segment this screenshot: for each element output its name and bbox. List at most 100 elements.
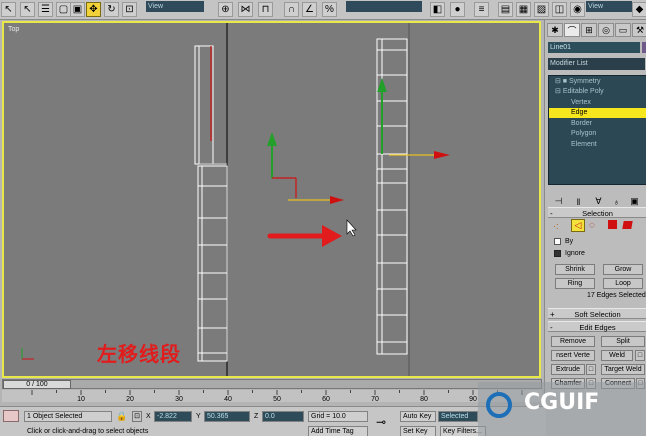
modifier-stack[interactable]: ⊟ ■ Symmetry ⊟ Editable Poly Vertex Edge… (548, 75, 646, 185)
weld-button[interactable]: Weld (601, 350, 633, 361)
watermark-logo: CGUIF (478, 382, 646, 436)
track-tick-label: 80 (420, 396, 428, 402)
edge-mode-icon[interactable]: ◁ (571, 219, 585, 232)
by-vertex-checkbox[interactable] (554, 238, 561, 245)
max-ui: ↖ ↖ ☰ ▢ ▣ ✥ ↻ ⊡ View ⊕ ⋈ ⊓ ∩ ∠ % ◧ ● ≡ ▤… (0, 0, 646, 436)
select-link-icon[interactable]: ↖ (1, 2, 16, 17)
z-coordinate-field[interactable]: 0.0 (262, 411, 304, 422)
layer-icon[interactable]: ≡ (474, 2, 489, 17)
y-coordinate-field[interactable]: 50.365 (204, 411, 250, 422)
named-selection-dropdown[interactable] (346, 1, 422, 12)
select-object-icon[interactable]: ↖ (20, 2, 35, 17)
stack-item-element[interactable]: Element (549, 140, 646, 150)
set-key-button[interactable]: Set Key (400, 426, 436, 436)
polygon-mode-icon[interactable] (608, 220, 617, 229)
prompt-line: Click or click-and-drag to select object… (24, 426, 304, 436)
lock-selection-icon[interactable]: 🔒 (116, 411, 127, 422)
object-name-field[interactable]: Line01 (548, 42, 640, 53)
render-icon[interactable]: ◆ (632, 2, 646, 17)
curve-editor-icon[interactable]: ▤ (498, 2, 513, 17)
tutorial-caption: 左移线段 (97, 342, 181, 366)
command-panel: ✱ ⌒ ⊞ ◎ ▭ ⚒ Line01 Modifier List ⊟ ■ Sym… (544, 20, 646, 436)
mirror-tool-icon[interactable]: ◧ (430, 2, 445, 17)
maxscript-listener-icon[interactable] (3, 410, 19, 422)
target-weld-button[interactable]: Target Weld (601, 364, 645, 375)
watermark-emblem-icon (486, 392, 512, 418)
align-icon[interactable]: ⊓ (258, 2, 273, 17)
window-crossing-icon[interactable]: ▣ (70, 2, 85, 17)
add-time-tag-button[interactable]: Add Time Tag (308, 426, 368, 436)
render-view-dropdown[interactable]: View (586, 1, 632, 12)
stack-item-editable-poly[interactable]: ⊟ Editable Poly (549, 87, 646, 97)
move-gizmo-right (377, 78, 450, 159)
select-by-name-icon[interactable]: ☰ (38, 2, 53, 17)
time-slider[interactable]: 0 / 100 (2, 379, 542, 389)
selection-rollout-header[interactable]: - Selection (548, 207, 646, 218)
viewport-scene (21, 23, 450, 376)
track-tick-label: 50 (273, 396, 281, 402)
track-tick-label: 40 (224, 396, 232, 402)
track-tick-label: 20 (126, 396, 134, 402)
quick-render-icon[interactable]: ◉ (570, 2, 585, 17)
rect-selection-icon[interactable]: ▢ (56, 2, 71, 17)
material-icon[interactable]: ● (450, 2, 465, 17)
ring-button[interactable]: Ring (555, 278, 595, 289)
mirror-icon[interactable]: ⋈ (238, 2, 253, 17)
stack-item-vertex[interactable]: Vertex (549, 98, 646, 108)
loop-button[interactable]: Loop (603, 278, 643, 289)
track-bar[interactable]: 10 20 30 40 50 60 70 80 90 (2, 390, 542, 403)
vertex-mode-icon[interactable]: ·: (553, 221, 559, 231)
border-mode-icon[interactable]: ◌ (589, 220, 595, 231)
auto-key-button[interactable]: Auto Key (400, 411, 436, 422)
ignore-backfacing-checkbox[interactable] (554, 250, 561, 257)
key-icon[interactable]: ⊸ (376, 415, 386, 429)
edit-edges-rollout-header[interactable]: - Edit Edges (548, 321, 646, 332)
move-direction-arrow (267, 225, 342, 247)
track-tick-label: 90 (469, 396, 477, 402)
shrink-button[interactable]: Shrink (555, 264, 595, 275)
stack-item-edge[interactable]: Edge (549, 108, 646, 118)
scale-icon[interactable]: ⊡ (122, 2, 137, 17)
absolute-mode-icon[interactable]: ⊡ (132, 411, 142, 422)
tab-motion[interactable]: ◎ (598, 23, 614, 37)
stack-item-polygon[interactable]: Polygon (549, 129, 646, 139)
object-color-swatch[interactable] (642, 42, 646, 53)
modifier-list-dropdown[interactable]: Modifier List (548, 58, 645, 70)
by-vertex-label: By (565, 238, 574, 245)
status-bar: 1 Object Selected 🔒 ⊡ X -2.822 Y 50.365 … (0, 406, 546, 436)
tab-modify[interactable]: ⌒ (564, 23, 580, 37)
stack-item-symmetry[interactable]: ⊟ ■ Symmetry (549, 77, 646, 87)
time-slider-thumb[interactable]: 0 / 100 (3, 380, 71, 389)
angle-snap-icon[interactable]: ∠ (302, 2, 317, 17)
grow-button[interactable]: Grow (603, 264, 643, 275)
remove-button[interactable]: Remove (551, 336, 595, 347)
extrude-settings-button[interactable]: □ (586, 364, 596, 375)
selection-status: 17 Edges Selected (587, 292, 646, 299)
split-button[interactable]: Split (601, 336, 645, 347)
schematic-icon[interactable]: ▦ (516, 2, 531, 17)
weld-settings-button[interactable]: □ (635, 350, 645, 361)
insert-vertex-button[interactable]: nsert Verte (551, 350, 595, 361)
percent-snap-icon[interactable]: % (322, 2, 337, 17)
extrude-button[interactable]: Extrude (551, 364, 585, 375)
soft-selection-rollout-header[interactable]: + Soft Selection (548, 308, 646, 319)
snap-icon[interactable]: ∩ (284, 2, 299, 17)
reference-coord-dropdown[interactable]: View (146, 1, 204, 12)
render-frame-icon[interactable]: ◫ (552, 2, 567, 17)
world-axis-icon (21, 348, 34, 360)
x-coordinate-field[interactable]: -2.822 (154, 411, 192, 422)
track-tick-label: 70 (371, 396, 379, 402)
tab-create[interactable]: ✱ (547, 23, 563, 37)
top-viewport[interactable]: Top 左移线段 (2, 21, 541, 378)
move-icon[interactable]: ✥ (86, 2, 101, 17)
pivot-center-icon[interactable]: ⊕ (218, 2, 233, 17)
tab-utilities[interactable]: ⚒ (632, 23, 646, 37)
tab-display[interactable]: ▭ (615, 23, 631, 37)
rotate-icon[interactable]: ↻ (104, 2, 119, 17)
y-label: Y (196, 413, 201, 420)
render-setup-icon[interactable]: ▨ (534, 2, 549, 17)
stack-item-border[interactable]: Border (549, 119, 646, 129)
element-mode-icon[interactable] (622, 221, 633, 229)
selected-set-dropdown[interactable]: Selected (438, 411, 478, 422)
tab-hierarchy[interactable]: ⊞ (581, 23, 597, 37)
